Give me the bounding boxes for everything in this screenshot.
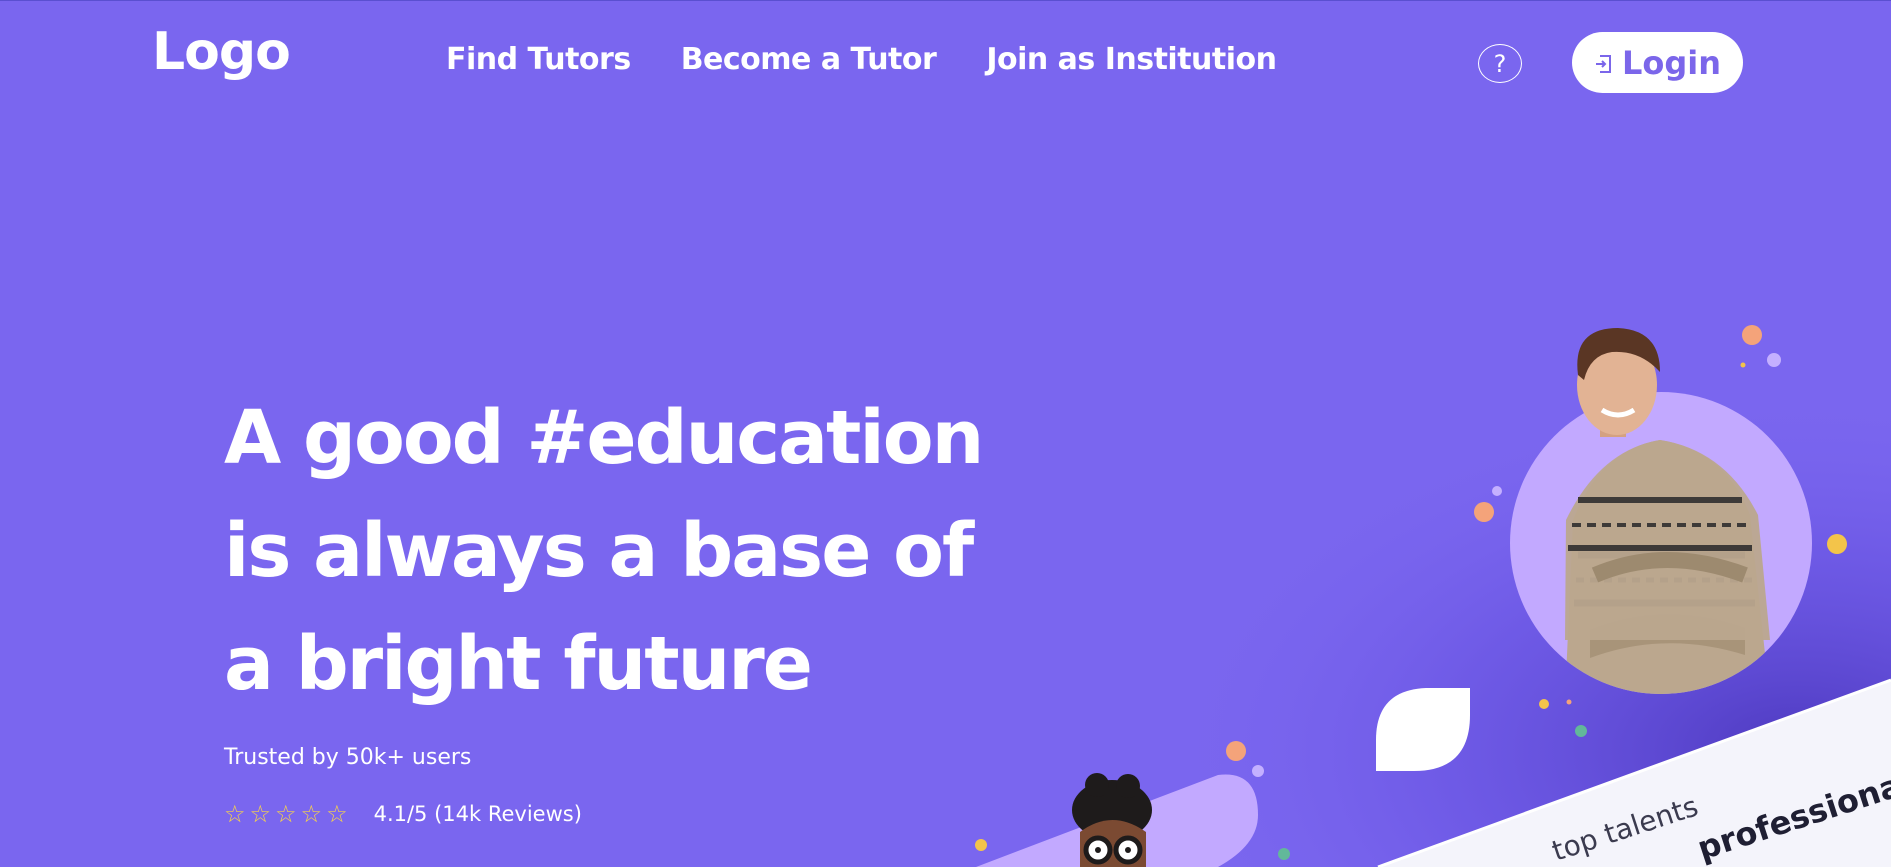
dot <box>1827 534 1847 554</box>
dot <box>1539 699 1549 709</box>
dot <box>1474 502 1494 522</box>
dot <box>1226 741 1246 761</box>
dot <box>1278 848 1290 860</box>
dot <box>1740 362 1746 368</box>
dot <box>1492 486 1502 496</box>
dot <box>1575 725 1587 737</box>
hero-illustration: top talents professiona <box>960 325 1891 867</box>
dot <box>975 839 987 851</box>
dot <box>1742 325 1762 345</box>
dot <box>1252 765 1264 777</box>
dot <box>1767 353 1781 367</box>
dot <box>1566 699 1572 705</box>
